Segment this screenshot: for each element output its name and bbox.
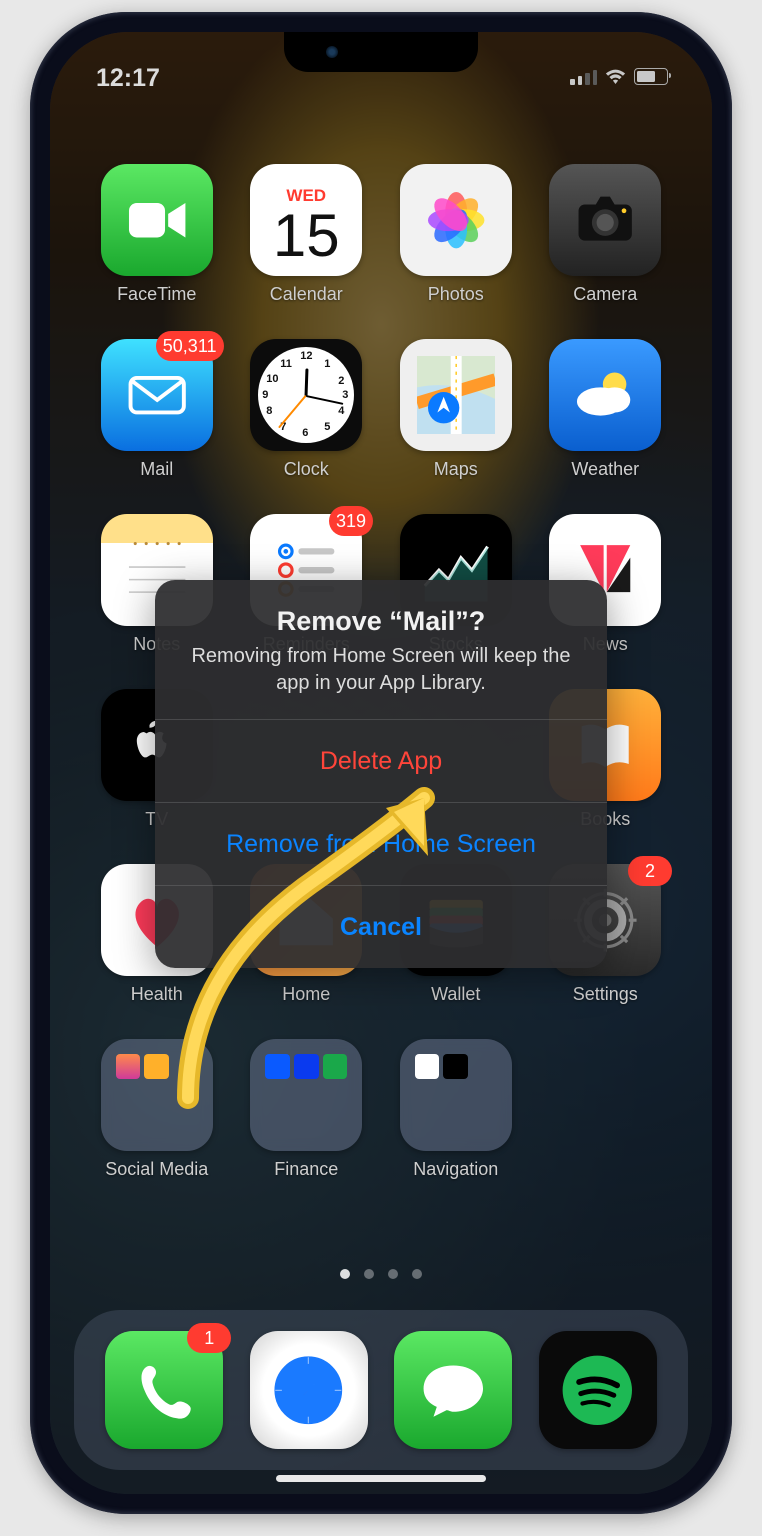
app-label: Home (282, 984, 330, 1005)
screen: 12:17 FaceTime WED 15 (50, 32, 712, 1494)
app-spotify[interactable] (539, 1331, 657, 1449)
badge-count: 50,311 (156, 331, 224, 361)
folder-navigation[interactable]: Navigation (397, 1039, 515, 1180)
camera-icon (549, 164, 661, 276)
facetime-icon (101, 164, 213, 276)
page-indicator[interactable] (50, 1269, 712, 1279)
badge-count: 319 (329, 506, 373, 536)
alert-message: Removing from Home Screen will keep the … (179, 643, 583, 697)
maps-icon (400, 339, 512, 451)
remove-app-alert: Remove “Mail”? Removing from Home Screen… (155, 580, 607, 968)
app-label: Navigation (413, 1159, 498, 1180)
wifi-icon (605, 69, 626, 85)
folder-icon (101, 1039, 213, 1151)
app-label: Clock (284, 459, 329, 480)
app-calendar[interactable]: WED 15 Calendar (248, 164, 366, 305)
app-camera[interactable]: Camera (547, 164, 665, 305)
app-label: Settings (573, 984, 638, 1005)
app-phone[interactable]: 1 (105, 1331, 223, 1449)
app-safari[interactable] (250, 1331, 368, 1449)
app-label: Weather (571, 459, 639, 480)
safari-icon (250, 1331, 368, 1449)
messages-icon (394, 1331, 512, 1449)
home-indicator[interactable] (276, 1475, 486, 1482)
app-label: Social Media (105, 1159, 208, 1180)
alert-title: Remove “Mail”? (179, 606, 583, 637)
app-label: Health (131, 984, 183, 1005)
app-messages[interactable] (394, 1331, 512, 1449)
cellular-signal-icon (570, 69, 597, 85)
spotify-icon (539, 1331, 657, 1449)
app-label: Calendar (270, 284, 343, 305)
app-label: Wallet (431, 984, 480, 1005)
battery-icon (634, 68, 668, 85)
remove-from-home-button[interactable]: Remove from Home Screen (155, 802, 607, 885)
app-label: Photos (428, 284, 484, 305)
status-indicators (570, 68, 668, 85)
app-clock[interactable]: 12 1 2 3 4 5 6 7 8 9 10 11 (248, 339, 366, 480)
delete-app-button[interactable]: Delete App (155, 719, 607, 802)
app-label: Camera (573, 284, 637, 305)
app-maps[interactable]: Maps (397, 339, 515, 480)
alert-header: Remove “Mail”? Removing from Home Screen… (155, 580, 607, 719)
phone-frame: 12:17 FaceTime WED 15 (30, 12, 732, 1514)
clock-icon: 12 1 2 3 4 5 6 7 8 9 10 11 (250, 339, 362, 451)
app-facetime[interactable]: FaceTime (98, 164, 216, 305)
status-time: 12:17 (96, 64, 160, 93)
calendar-icon: WED 15 (250, 164, 362, 276)
app-weather[interactable]: Weather (547, 339, 665, 480)
folder-finance[interactable]: Finance (248, 1039, 366, 1180)
notch (284, 32, 478, 72)
app-mail[interactable]: 50,311 Mail (98, 339, 216, 480)
badge-count: 1 (187, 1323, 231, 1353)
folder-icon (250, 1039, 362, 1151)
cancel-button[interactable]: Cancel (155, 885, 607, 968)
weather-icon (549, 339, 661, 451)
folder-icon (400, 1039, 512, 1151)
app-label: Mail (140, 459, 173, 480)
calendar-day: 15 (273, 206, 340, 266)
app-label: FaceTime (117, 284, 196, 305)
app-label: Finance (274, 1159, 338, 1180)
app-photos[interactable]: Photos (397, 164, 515, 305)
badge-count: 2 (628, 856, 672, 886)
app-label: Maps (434, 459, 478, 480)
dock: 1 (74, 1310, 688, 1470)
folder-social-media[interactable]: Social Media (98, 1039, 216, 1180)
photos-icon (400, 164, 512, 276)
